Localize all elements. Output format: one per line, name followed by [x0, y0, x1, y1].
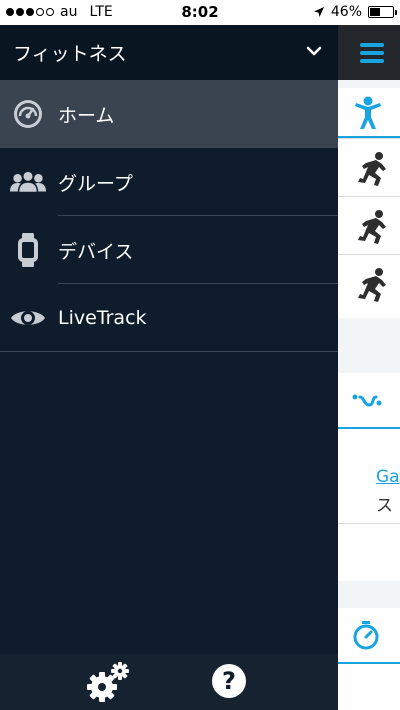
group-people-icon: [10, 166, 46, 198]
menu-item-home[interactable]: ホーム: [0, 80, 338, 148]
menu-item-label: LiveTrack: [58, 307, 147, 329]
drawer-menu: ホーム グループ デバイス LiveTrack: [0, 80, 338, 352]
stopwatch-icon: [353, 621, 379, 650]
card-divider: [338, 523, 400, 524]
menu-item-label: ホーム: [58, 104, 115, 127]
main-header: [338, 25, 400, 80]
navigation-drawer: フィットネス ホーム グループ デバイス LiveTrack ?: [0, 25, 338, 710]
running-icon: [358, 210, 386, 244]
watch-device-icon: [10, 233, 46, 267]
help-button[interactable]: ?: [212, 664, 246, 698]
battery-icon: [368, 6, 397, 18]
eye-icon: [10, 302, 46, 334]
garmin-link[interactable]: Ga: [376, 467, 400, 487]
running-icon: [358, 268, 386, 302]
card-header: [338, 373, 400, 429]
menu-item-devices[interactable]: デバイス: [0, 216, 338, 284]
card-header: [338, 88, 400, 138]
menu-item-label: デバイス: [58, 240, 134, 263]
drawer-header-selector[interactable]: フィットネス: [0, 25, 338, 80]
drawer-bottom-bar: ?: [0, 654, 338, 710]
activity-row[interactable]: [338, 196, 400, 254]
menu-divider: [0, 351, 338, 352]
status-bar: au LTE 8:02 46%: [0, 0, 400, 25]
gear-icon: [87, 662, 129, 702]
card-subtext: ス: [376, 496, 393, 516]
status-right: 46%: [313, 4, 397, 20]
battery-percent: 46%: [330, 4, 362, 20]
squiggle-icon: [352, 394, 382, 407]
settings-button[interactable]: [84, 660, 132, 704]
menu-item-groups[interactable]: グループ: [0, 148, 338, 216]
dashboard-gauge-icon: [10, 98, 46, 130]
person-activity-icon: [355, 96, 381, 129]
card-header: [338, 608, 400, 664]
location-arrow-icon: [313, 7, 324, 17]
menu-item-label: グループ: [58, 172, 133, 195]
activity-row[interactable]: [338, 138, 400, 196]
activity-card: [338, 88, 400, 318]
hamburger-menu-icon[interactable]: [360, 43, 384, 63]
timer-card: [338, 608, 400, 710]
activity-row[interactable]: [338, 254, 400, 312]
menu-item-livetrack[interactable]: LiveTrack: [0, 284, 338, 352]
running-icon: [358, 152, 386, 186]
drawer-title: フィットネス: [13, 43, 127, 65]
connect-card: Ga ス: [338, 373, 400, 581]
chevron-down-icon: [306, 46, 322, 56]
main-content: Ga ス: [338, 25, 400, 710]
